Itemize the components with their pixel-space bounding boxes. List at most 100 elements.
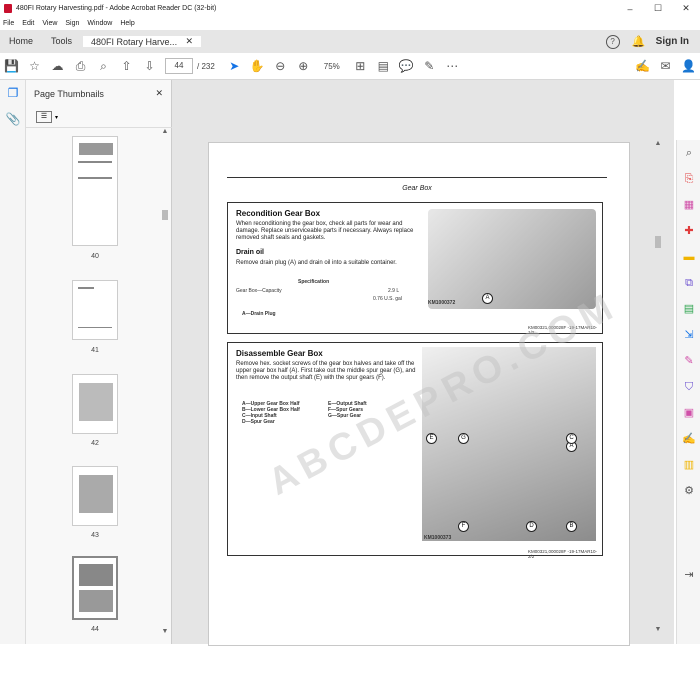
thumbnail-options-icon[interactable]: ☰ bbox=[36, 111, 52, 123]
callout-b: B bbox=[566, 521, 577, 532]
thumbnail-scroll-thumb[interactable] bbox=[162, 210, 168, 220]
spec-label: Gear Box—Capacity bbox=[236, 288, 282, 294]
maximize-button[interactable]: ☐ bbox=[644, 3, 672, 14]
thumbnail-scrollbar[interactable]: ▲ ▼ bbox=[160, 128, 170, 644]
close-window-button[interactable]: ✕ bbox=[672, 3, 700, 14]
previous-page-icon[interactable]: ⇧ bbox=[115, 59, 138, 73]
scroll-mode-icon[interactable]: ▤ bbox=[372, 59, 395, 73]
thumbnail-line bbox=[78, 161, 112, 163]
edit-pdf-icon[interactable]: ✚ bbox=[677, 218, 700, 244]
notification-bell-icon[interactable]: 🔔 bbox=[632, 36, 646, 48]
hand-tool-icon[interactable]: ✋ bbox=[246, 59, 269, 73]
organize-pages-icon[interactable]: ▤ bbox=[677, 296, 700, 322]
menu-bar: File Edit View Sign Window Help bbox=[0, 17, 700, 30]
thumbnail-page-43[interactable] bbox=[72, 466, 118, 526]
save-icon[interactable]: 💾 bbox=[0, 59, 23, 73]
zoom-out-icon[interactable]: ⊖ bbox=[269, 59, 292, 73]
request-signature-icon[interactable]: ✍ bbox=[677, 426, 700, 452]
tab-home[interactable]: Home bbox=[0, 30, 42, 53]
search-tools-icon[interactable]: ⌕ bbox=[677, 140, 700, 166]
bookmark-star-icon[interactable]: ☆ bbox=[23, 59, 46, 73]
menu-help[interactable]: Help bbox=[120, 20, 134, 27]
comment-icon[interactable]: 💬 bbox=[395, 59, 418, 73]
menu-edit[interactable]: Edit bbox=[22, 20, 34, 27]
thumbnail-page-42[interactable] bbox=[72, 374, 118, 434]
window-title-bar: 480FI Rotary Harvesting.pdf - Adobe Acro… bbox=[0, 0, 700, 17]
gearbox-drain-photo bbox=[428, 209, 596, 309]
scan-icon[interactable]: ▣ bbox=[677, 400, 700, 426]
help-icon[interactable]: ? bbox=[605, 34, 620, 49]
header-rule bbox=[227, 177, 607, 178]
more-tools-icon[interactable]: ⚙ bbox=[677, 478, 700, 504]
thumbnail-page-40[interactable] bbox=[72, 136, 118, 246]
right-tools-pane: ⌕ ⎘ ▦ ✚ ▬ ⧉ ▤ ⇲ ✎ ⛉ ▣ ✍ ▥ ⚙ ⇥ bbox=[676, 140, 700, 644]
pdf-page: Gear Box Recondition Gear Box When recon… bbox=[208, 142, 630, 646]
doc-scroll-up-icon[interactable]: ▲ bbox=[652, 140, 664, 147]
document-scroll-thumb[interactable] bbox=[655, 236, 661, 248]
email-icon[interactable]: ✉ bbox=[654, 59, 677, 73]
left-navigation-pane: ❐ 📎 bbox=[0, 80, 26, 644]
sign-tool-icon[interactable]: ✍ bbox=[631, 59, 654, 73]
select-cursor-icon[interactable]: ➤ bbox=[223, 59, 246, 73]
page-thumbnails-icon[interactable]: ❐ bbox=[0, 80, 26, 106]
sign-in-button[interactable]: Sign In bbox=[656, 36, 689, 47]
thumbnail-panel-header: Page Thumbnails ✕ bbox=[26, 80, 171, 107]
thumbnail-panel: Page Thumbnails ✕ ☰ ▾ 40 41 42 43 44 ▲ ▼ bbox=[26, 80, 172, 644]
upload-cloud-icon[interactable]: ☁ bbox=[46, 59, 69, 73]
print-icon[interactable]: ⎙ bbox=[69, 59, 92, 74]
disassemble-text: Remove hex. socket screws of the gear bo… bbox=[236, 361, 416, 381]
scroll-up-arrow-icon[interactable]: ▲ bbox=[160, 128, 170, 135]
thumbnail-page-41[interactable] bbox=[72, 280, 118, 340]
photo-id-1: KM1000372 bbox=[428, 300, 456, 306]
menu-window[interactable]: Window bbox=[87, 20, 112, 27]
disassemble-section: Disassemble Gear Box Remove hex. socket … bbox=[227, 342, 603, 559]
thumbnail-label-44: 44 bbox=[91, 626, 99, 633]
main-toolbar: 💾 ☆ ☁ ⎙ ⌕ ⇧ ⇩ 44 / 232 ➤ ✋ ⊖ ⊕ 75% ⊞ ▤ 💬… bbox=[0, 53, 700, 80]
attachments-icon[interactable]: 📎 bbox=[0, 106, 26, 132]
next-page-icon[interactable]: ⇩ bbox=[138, 59, 161, 73]
menu-file[interactable]: File bbox=[3, 20, 14, 27]
page-number-input[interactable]: 44 bbox=[165, 58, 193, 74]
tab-tools[interactable]: Tools bbox=[42, 30, 81, 53]
recondition-text: When reconditioning the gear box, check … bbox=[236, 221, 414, 241]
drain-oil-text: Remove drain plug (A) and drain oil into… bbox=[236, 260, 397, 266]
menu-view[interactable]: View bbox=[42, 20, 57, 27]
protect-icon[interactable]: ⛉ bbox=[677, 374, 700, 400]
page-fit-icon[interactable]: ⊞ bbox=[349, 59, 372, 73]
thumbnail-page-44[interactable] bbox=[72, 556, 118, 620]
close-panel-icon[interactable]: ✕ bbox=[155, 88, 163, 99]
document-viewer: Gear Box Recondition Gear Box When recon… bbox=[172, 80, 674, 646]
panel-divider bbox=[26, 127, 172, 128]
more-options-icon[interactable]: ⋯ bbox=[441, 59, 464, 73]
fill-sign-icon[interactable]: ✎ bbox=[677, 348, 700, 374]
callout-a: A bbox=[482, 293, 493, 304]
thumbnail-image bbox=[79, 564, 113, 586]
share-user-icon[interactable]: 👤 bbox=[677, 59, 700, 73]
highlight-pen-icon[interactable]: ✎ bbox=[418, 59, 441, 73]
minimize-button[interactable]: – bbox=[616, 4, 644, 14]
comment-tool-icon[interactable]: ▬ bbox=[677, 244, 700, 270]
collapse-pane-icon[interactable]: ⇥ bbox=[677, 562, 700, 588]
prepare-form-icon[interactable]: ▥ bbox=[677, 452, 700, 478]
compress-icon[interactable]: ⇲ bbox=[677, 322, 700, 348]
thumbnail-label-40: 40 bbox=[91, 253, 99, 260]
thumbnail-options[interactable]: ☰ ▾ bbox=[26, 107, 171, 127]
search-icon[interactable]: ⌕ bbox=[92, 59, 115, 74]
zoom-in-icon[interactable]: ⊕ bbox=[292, 59, 315, 73]
export-pdf-icon[interactable]: ⎘ bbox=[677, 166, 700, 192]
callout-f: F bbox=[458, 521, 469, 532]
disassemble-footer: KM00321,000028F -19-17MAR10-2/2 bbox=[528, 549, 598, 559]
close-tab-icon[interactable]: ✕ bbox=[185, 36, 193, 47]
callout-d: D bbox=[526, 521, 537, 532]
callout-g: G bbox=[458, 433, 469, 444]
menu-sign[interactable]: Sign bbox=[65, 20, 79, 27]
thumbnail-label-41: 41 bbox=[91, 347, 99, 354]
tab-document[interactable]: 480FI Rotary Harve... ✕ bbox=[83, 36, 202, 47]
doc-scroll-down-icon[interactable]: ▼ bbox=[652, 626, 664, 633]
combine-files-icon[interactable]: ⧉ bbox=[677, 270, 700, 296]
create-pdf-icon[interactable]: ▦ bbox=[677, 192, 700, 218]
scroll-down-arrow-icon[interactable]: ▼ bbox=[160, 628, 170, 635]
photo-id-2: KM1000373 bbox=[424, 535, 452, 541]
document-scrollbar[interactable]: ▲ ▼ bbox=[652, 140, 664, 640]
zoom-level-dropdown[interactable]: 75% bbox=[315, 62, 349, 71]
